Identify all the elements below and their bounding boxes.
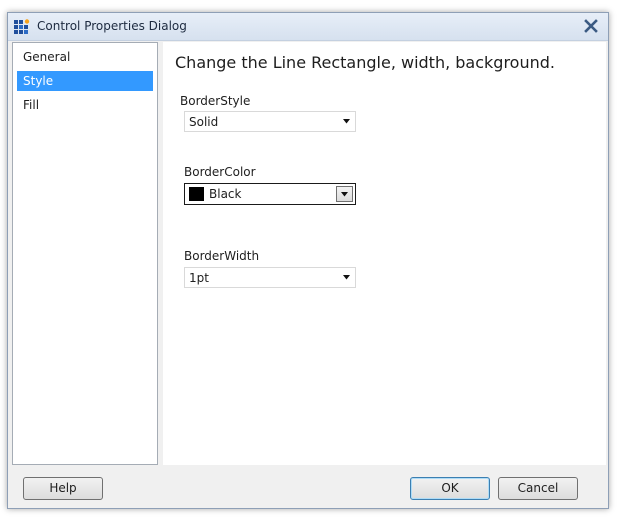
help-button[interactable]: Help (23, 477, 103, 500)
close-icon[interactable] (583, 18, 599, 34)
border-width-select[interactable]: 1pt (184, 267, 356, 288)
nav-item-label: General (23, 50, 71, 64)
border-color-select[interactable]: Black (184, 183, 356, 205)
app-grid-icon (14, 19, 30, 34)
border-width-value: 1pt (189, 271, 209, 285)
ok-button[interactable]: OK (410, 477, 490, 500)
nav-panel: General Style Fill (12, 42, 158, 465)
chevron-down-icon (341, 192, 348, 197)
cancel-button[interactable]: Cancel (498, 477, 578, 500)
nav-item-fill[interactable]: Fill (17, 95, 153, 115)
border-color-value: Black (209, 187, 242, 201)
nav-item-label: Fill (23, 98, 40, 112)
dialog-window: Control Properties Dialog General Style … (7, 12, 609, 509)
chevron-down-icon (343, 119, 350, 124)
border-style-select[interactable]: Solid (184, 111, 356, 132)
properties-panel: Change the Line Rectangle, width, backgr… (163, 42, 606, 465)
dropdown-button[interactable] (336, 186, 353, 202)
chevron-down-icon (343, 275, 350, 280)
border-style-label: BorderStyle (180, 94, 251, 108)
nav-item-general[interactable]: General (17, 47, 153, 67)
page-heading: Change the Line Rectangle, width, backgr… (175, 53, 555, 72)
border-width-label: BorderWidth (184, 249, 260, 263)
nav-item-label: Style (23, 74, 54, 88)
border-color-label: BorderColor (184, 165, 256, 179)
title-bar: Control Properties Dialog (8, 13, 608, 41)
window-title: Control Properties Dialog (37, 19, 187, 33)
nav-item-style[interactable]: Style (17, 71, 153, 91)
border-style-value: Solid (189, 115, 219, 129)
color-swatch (189, 187, 204, 201)
